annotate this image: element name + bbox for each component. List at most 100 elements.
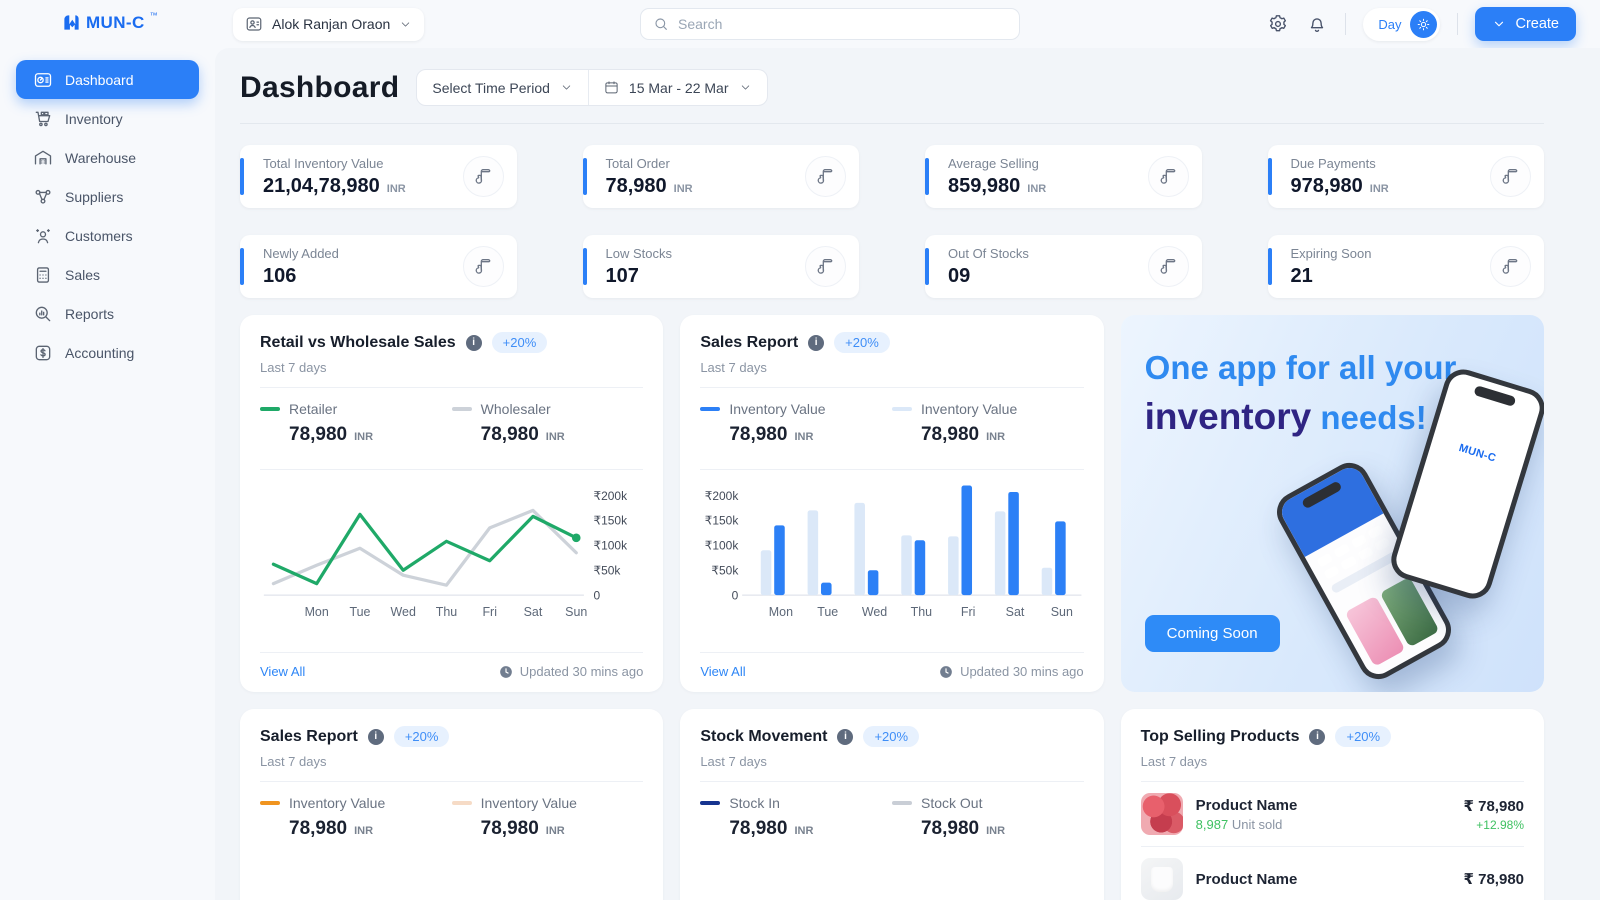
inventory-cart-icon (33, 109, 53, 129)
view-all-link[interactable]: View All (700, 664, 745, 679)
sidebar-item-label: Suppliers (65, 189, 123, 205)
global-search (640, 8, 1020, 40)
sidebar-item-accounting[interactable]: Accounting (16, 333, 199, 372)
money-bag-icon (463, 246, 504, 287)
money-bag-icon (463, 156, 504, 197)
growth-badge: +20% (1335, 726, 1391, 747)
gear-icon (1267, 13, 1289, 35)
legend-swatch (452, 801, 472, 805)
info-icon[interactable]: i (808, 335, 824, 351)
sidebar-nav: Dashboard Inventory Warehouse Suppliers (0, 60, 215, 372)
svg-text:Tue: Tue (349, 605, 370, 619)
stat-value: 107 (606, 265, 639, 288)
coming-soon-button[interactable]: Coming Soon (1145, 615, 1280, 652)
date-range-select[interactable]: 15 Mar - 22 Mar (588, 70, 767, 105)
search-input[interactable] (678, 16, 1007, 32)
money-bag-icon (1148, 246, 1189, 287)
svg-text:Sun: Sun (565, 605, 587, 619)
bar-chart-area: ₹200k₹150k₹100k₹50k0MonTueWedThuFriSatSu… (700, 473, 1083, 631)
stat-label: Total Inventory Value (263, 156, 406, 171)
sidebar-item-sales[interactable]: Sales (16, 255, 199, 294)
bell-icon (1306, 13, 1328, 35)
info-icon[interactable]: i (466, 335, 482, 351)
product-price: ₹ 78,980 (1464, 797, 1524, 815)
customers-icon (33, 226, 53, 246)
sidebar-item-label: Inventory (65, 111, 123, 127)
sidebar-item-warehouse[interactable]: Warehouse (16, 138, 199, 177)
legend-value: 78,980 (289, 424, 347, 446)
legend-unit: INR (354, 431, 373, 443)
stat-label: Average Selling (948, 156, 1046, 171)
stat-card-newly-added: Newly Added 106 (240, 235, 517, 298)
sidebar: MUN-C ™ Dashboard Inventory Warehouse (0, 0, 215, 900)
user-switcher[interactable]: Alok Ranjan Oraon (233, 8, 424, 41)
legend: Retailer 78,980INR Wholesaler 78,980INR (260, 388, 643, 457)
legend: Inventory Value 78,980INR Inventory Valu… (260, 782, 643, 851)
product-row[interactable]: Product Name ₹ 78,980 (1141, 846, 1524, 900)
info-icon[interactable]: i (837, 729, 853, 745)
create-button-label: Create (1515, 16, 1559, 32)
promo-highlight: inventory (1145, 396, 1312, 437)
stat-label: Out Of Stocks (948, 246, 1029, 261)
stat-card-due-payments: Due Payments 978,980INR (1268, 145, 1545, 208)
card-subtitle: Last 7 days (260, 754, 643, 769)
promo-headline: One app for all your inventory needs! (1145, 345, 1475, 442)
stat-card-expiring-soon: Expiring Soon 21 (1268, 235, 1545, 298)
settings-button[interactable] (1267, 13, 1289, 35)
svg-text:Thu: Thu (436, 605, 458, 619)
time-period-select[interactable]: Select Time Period (417, 70, 588, 105)
svg-text:Fri: Fri (961, 605, 976, 619)
view-all-link[interactable]: View All (260, 664, 305, 679)
sidebar-item-customers[interactable]: Customers (16, 216, 199, 255)
day-toggle-knob (1410, 11, 1437, 38)
legend: Inventory Value 78,980INR Inventory Valu… (700, 388, 1083, 457)
sales-calculator-icon (33, 265, 53, 285)
warehouse-icon (33, 148, 53, 168)
legend-unit: INR (986, 825, 1005, 837)
card-title: Retail vs Wholesale Sales (260, 334, 456, 352)
updated-status: Updated 30 mins ago (499, 664, 644, 679)
product-change: +12.98% (1464, 818, 1524, 832)
legend-unit: INR (354, 825, 373, 837)
svg-text:Thu: Thu (911, 605, 933, 619)
svg-text:Sat: Sat (1006, 605, 1025, 619)
units-sold-label: Unit sold (1232, 817, 1283, 832)
sidebar-item-label: Warehouse (65, 150, 136, 166)
sidebar-item-inventory[interactable]: Inventory (16, 99, 199, 138)
sidebar-item-reports[interactable]: Reports (16, 294, 199, 333)
stat-value: 106 (263, 265, 296, 288)
legend-label: Inventory Value (729, 401, 825, 417)
growth-badge: +20% (863, 726, 919, 747)
legend-swatch (452, 407, 472, 411)
svg-text:0: 0 (732, 588, 739, 602)
svg-text:₹200k: ₹200k (705, 489, 739, 503)
page-title: Dashboard (240, 71, 399, 105)
time-filter: Select Time Period 15 Mar - 22 Mar (416, 69, 767, 106)
suppliers-network-icon (33, 187, 53, 207)
sidebar-item-dashboard[interactable]: Dashboard (16, 60, 199, 99)
info-icon[interactable]: i (368, 729, 384, 745)
user-name: Alok Ranjan Oraon (272, 16, 390, 32)
legend-swatch (892, 801, 912, 805)
stat-value: 21,04,78,980 (263, 175, 380, 198)
legend-value: 78,980 (729, 818, 787, 840)
product-row[interactable]: Product Name 8,987 Unit sold ₹ 78,980 +1… (1141, 782, 1524, 846)
legend-value: 78,980 (729, 424, 787, 446)
svg-text:₹150k: ₹150k (705, 514, 739, 528)
stock-movement-card: Stock Movement i +20% Last 7 days Stock … (680, 709, 1103, 900)
divider (1345, 13, 1346, 35)
topbar-actions: Day Create (1267, 7, 1576, 41)
info-icon[interactable]: i (1309, 729, 1325, 745)
svg-text:0: 0 (593, 588, 600, 602)
product-thumbnail (1141, 793, 1183, 835)
day-night-toggle[interactable]: Day (1363, 8, 1440, 41)
legend-unit: INR (546, 825, 565, 837)
svg-text:₹100k: ₹100k (593, 539, 627, 553)
divider (1457, 13, 1458, 35)
munc-logo-icon (62, 13, 81, 32)
notifications-button[interactable] (1306, 13, 1328, 35)
sidebar-item-suppliers[interactable]: Suppliers (16, 177, 199, 216)
svg-text:Wed: Wed (391, 605, 416, 619)
legend-label: Stock In (729, 795, 780, 811)
create-button[interactable]: Create (1475, 7, 1576, 41)
